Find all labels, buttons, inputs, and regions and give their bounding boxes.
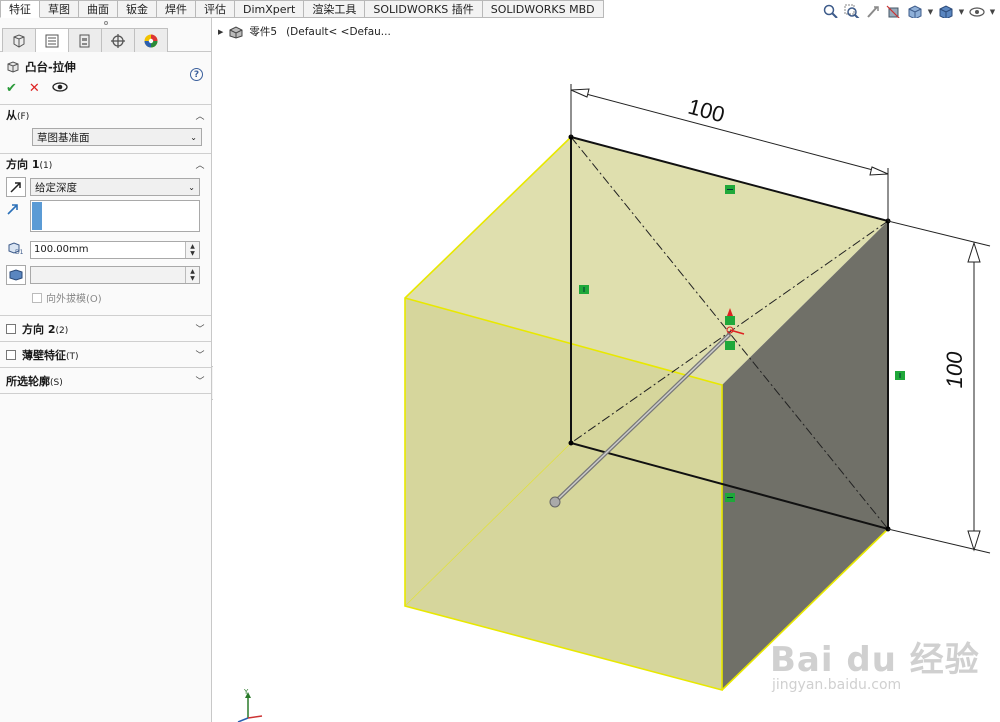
graphics-area[interactable]: [213, 18, 1000, 722]
crosshair-icon: [111, 33, 125, 48]
feature-title: 凸台-拉伸: [0, 56, 211, 78]
help-icon[interactable]: ?: [190, 68, 203, 81]
end-condition-select[interactable]: 给定深度 ⌄: [30, 178, 200, 196]
direction1-hotkey: (1): [39, 161, 53, 171]
part-configuration: (Default< <Defau...: [286, 25, 391, 38]
end-condition-value: 给定深度: [35, 181, 77, 194]
baidu-watermark: Bai du 经验 jingyan.baidu.com: [770, 632, 980, 693]
property-manager: 凸台-拉伸 ? ✔ ✕ 从(F) ︿ 草图基准面 ⌄ 方向 1(1) ︿ 给定深…: [0, 18, 212, 722]
draft-angle-spinner[interactable]: ▲ ▼: [185, 267, 199, 283]
depth-value: 100.00mm: [34, 244, 89, 255]
chevron-up-icon[interactable]: ︿: [195, 159, 205, 171]
cancel-x-icon[interactable]: ✕: [29, 81, 40, 96]
from-section: 从(F) ︿ 草图基准面 ⌄: [0, 104, 211, 146]
thin-feature-checkbox[interactable]: [6, 349, 16, 360]
tab-sketch[interactable]: 草图: [40, 0, 79, 18]
draft-icon: [9, 269, 23, 281]
selected-contours-label: 所选轮廓: [6, 374, 50, 388]
tab-solidworks-mbd[interactable]: SOLIDWORKS MBD: [482, 0, 604, 18]
feature-tree-icon: [13, 33, 25, 48]
property-list-icon: [45, 34, 59, 47]
from-label: 从: [6, 109, 17, 122]
tab-dimxpert[interactable]: DimXpert: [235, 0, 305, 18]
selected-contours-hotkey: (S): [50, 377, 63, 388]
depth-icon: D1: [6, 240, 30, 259]
chevron-down-icon: ⌄: [190, 132, 197, 142]
depth-spinner[interactable]: ▲ ▼: [185, 241, 199, 258]
tab-features[interactable]: 特征: [0, 0, 40, 18]
color-wheel-icon: [144, 34, 158, 47]
feature-name: 凸台-拉伸: [25, 60, 76, 74]
direction1-header[interactable]: 方向 1(1) ︿: [0, 154, 211, 174]
thin-feature-hotkey: (T): [66, 351, 79, 362]
draft-outward-label: 向外拔模(O): [46, 294, 102, 305]
tab-render-tools[interactable]: 渲染工具: [304, 0, 366, 18]
command-manager-tabs: 特征 草图 曲面 钣金 焊件 评估 DimXpert 渲染工具 SOLIDWOR…: [0, 0, 604, 18]
property-manager-tab[interactable]: [35, 28, 69, 52]
direction2-label: 方向 2: [22, 322, 56, 336]
draft-outward-checkbox[interactable]: [32, 292, 42, 303]
direction2-hotkey: (2): [55, 325, 69, 336]
draft-toggle-button[interactable]: [6, 265, 26, 285]
feature-manager-tab[interactable]: [2, 28, 36, 52]
from-hotkey: (F): [17, 112, 30, 122]
preview-eye-icon[interactable]: [52, 81, 68, 96]
configuration-manager-tab[interactable]: [68, 28, 102, 52]
chevron-down-icon[interactable]: ﹀: [195, 324, 205, 335]
tab-weldments[interactable]: 焊件: [157, 0, 196, 18]
direction-vector-icon: [6, 200, 30, 219]
tab-solidworks-addins[interactable]: SOLIDWORKS 插件: [365, 0, 483, 18]
thin-feature-section[interactable]: 薄壁特征(T) ﹀: [0, 341, 211, 367]
from-header[interactable]: 从(F) ︿: [0, 105, 211, 125]
flyout-feature-tree[interactable]: ▶ 零件5 (Default< <Defau...: [218, 24, 391, 39]
chevron-down-icon[interactable]: ﹀: [195, 376, 205, 387]
draft-angle-input[interactable]: ▲ ▼: [30, 266, 200, 284]
thin-feature-label: 薄壁特征: [22, 348, 66, 362]
direction1-section: 方向 1(1) ︿ 给定深度 ⌄ D1 100.00mm ▲ ▼ ▲ ▼ 向外拔…: [0, 153, 211, 305]
confirm-row: ✔ ✕: [0, 78, 211, 98]
from-start-condition-select[interactable]: 草图基准面 ⌄: [32, 128, 202, 146]
expand-arrow-icon[interactable]: ▶: [218, 28, 223, 36]
manager-tabs: [0, 28, 211, 52]
watermark-logo: Bai du 经验: [770, 640, 980, 680]
panel-gripper[interactable]: [0, 18, 211, 28]
part-name: 零件5: [249, 26, 278, 38]
direction1-label: 方向 1: [6, 158, 40, 171]
chevron-up-icon[interactable]: ︿: [195, 110, 205, 122]
tab-surfaces[interactable]: 曲面: [79, 0, 118, 18]
svg-text:D1: D1: [15, 249, 24, 256]
direction2-checkbox[interactable]: [6, 323, 16, 334]
chevron-down-icon: ⌄: [188, 182, 195, 192]
ok-check-icon[interactable]: ✔: [6, 81, 17, 96]
dimxpert-manager-tab[interactable]: [101, 28, 135, 52]
tab-evaluate[interactable]: 评估: [196, 0, 235, 18]
reverse-direction-icon: [10, 182, 21, 193]
configuration-icon: [79, 34, 90, 47]
depth-input[interactable]: 100.00mm ▲ ▼: [30, 240, 200, 259]
direction2-section[interactable]: 方向 2(2) ﹀: [0, 315, 211, 341]
chevron-down-icon[interactable]: ﹀: [195, 350, 205, 361]
boss-extrude-icon: [7, 61, 19, 73]
from-value: 草图基准面: [37, 131, 90, 144]
selected-contours-section[interactable]: 所选轮廓(S) ﹀: [0, 367, 211, 393]
direction-selection-box[interactable]: [30, 200, 200, 232]
reverse-direction-button[interactable]: [6, 177, 26, 197]
display-manager-tab[interactable]: [134, 28, 168, 52]
part-icon: [229, 25, 243, 39]
tab-sheet-metal[interactable]: 钣金: [118, 0, 157, 18]
